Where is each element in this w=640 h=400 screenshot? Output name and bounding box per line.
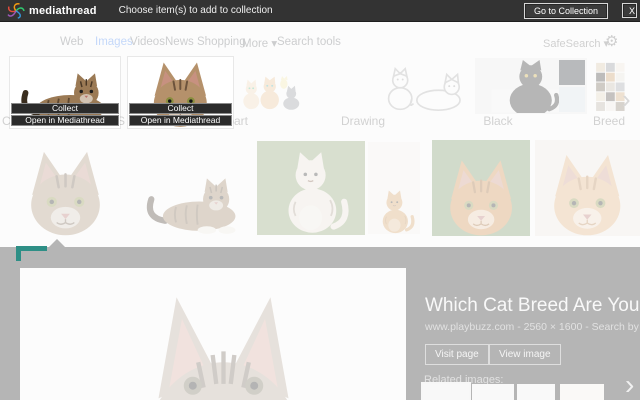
result-thumbnail-orange-kitten-face[interactable] xyxy=(535,140,640,236)
tabby-kitten-portrait-image xyxy=(7,146,124,236)
related-image-related-tabby-cat[interactable] xyxy=(472,384,514,400)
hovered-result-thumbnail-2[interactable]: Collect Open in Mediathread xyxy=(128,57,233,128)
result-thumbnail-fluffy-cat-on-grass[interactable] xyxy=(257,141,365,235)
gray-tabby-kitten-image xyxy=(106,290,341,400)
related-cat-image xyxy=(564,388,601,400)
tab-search-tools[interactable]: Search tools xyxy=(277,36,341,48)
related-chevron-right-icon[interactable]: › xyxy=(625,369,634,400)
hovered-result-thumbnail-1[interactable]: Collect Open in Mediathread xyxy=(10,57,120,128)
gear-icon[interactable]: ⚙ xyxy=(605,32,618,50)
tab-shopping[interactable]: Shopping xyxy=(197,36,246,48)
category-label-cat-line-drawings: Drawing xyxy=(340,114,386,128)
tab-images[interactable]: Images xyxy=(95,36,133,48)
result-thumbnail-orange-cat-face[interactable] xyxy=(432,140,530,236)
toolbar-instruction: Choose item(s) to add to collection xyxy=(118,5,273,16)
related-image-related-silver-cat[interactable] xyxy=(517,384,555,400)
result-thumbnail-lying-tabby-cat[interactable] xyxy=(133,140,253,236)
black-cat-subthumb xyxy=(559,87,585,112)
view-image-button[interactable]: View image xyxy=(489,344,561,365)
preview-title-link[interactable]: Which Cat Breed Are You? xyxy=(425,295,640,317)
open-in-mediathread-button[interactable]: Open in Mediathread xyxy=(11,115,119,126)
visit-page-button[interactable]: Visit page xyxy=(425,344,489,365)
open-in-mediathread-button[interactable]: Open in Mediathread xyxy=(129,115,232,126)
lying-tabby-cat-image xyxy=(139,146,247,236)
image-preview-panel: Which Cat Breed Are You? www.playbuzz.co… xyxy=(0,247,640,400)
preview-meta-text: www.playbuzz.com - 2560 × 1600 - Search … xyxy=(425,321,640,333)
collect-highlight-corner xyxy=(16,246,47,261)
category-label-cat-breed-grid: Breed xyxy=(592,114,626,128)
mediathread-logo-icon xyxy=(7,2,25,19)
category-label-black-cat-photos: Black xyxy=(483,114,513,128)
orange-kitten-standing-image xyxy=(371,148,418,234)
go-to-collection-button[interactable]: Go to Collection xyxy=(523,2,608,19)
fluffy-cat-on-grass-image xyxy=(262,147,359,235)
tab-videos[interactable]: Videos xyxy=(130,36,165,48)
category-chip-clipart-cats[interactable] xyxy=(238,62,302,112)
result-thumbnail-orange-kitten-standing[interactable] xyxy=(368,142,420,234)
preview-caret-icon xyxy=(49,239,65,247)
related-cat-image xyxy=(427,388,466,400)
related-image-related-gray-cat[interactable] xyxy=(421,382,471,400)
tab-more[interactable]: More ▾ xyxy=(242,36,277,50)
safesearch-dropdown[interactable]: SafeSearch ▾ xyxy=(543,37,609,50)
tab-web[interactable]: Web xyxy=(60,36,83,48)
collect-button[interactable]: Collect xyxy=(11,103,119,114)
collect-button[interactable]: Collect xyxy=(129,103,232,114)
categories-chevron-right-icon[interactable]: › xyxy=(622,84,631,115)
clipart-cats-image xyxy=(239,64,300,111)
result-thumbnail-tabby-kitten-portrait[interactable] xyxy=(0,140,130,236)
black-cat-subthumb xyxy=(559,60,585,85)
mediathread-toolbar: mediathread Choose item(s) to add to col… xyxy=(0,0,640,22)
close-overlay-button[interactable]: X xyxy=(622,3,637,18)
orange-cat-face-image xyxy=(437,146,525,236)
preview-main-image[interactable] xyxy=(20,268,406,400)
brand-name: mediathread xyxy=(29,4,97,17)
mediathread-collect-overlay-screen: mediathread Choose item(s) to add to col… xyxy=(0,0,640,400)
tab-news[interactable]: News xyxy=(165,36,194,48)
orange-kitten-face-image xyxy=(540,146,635,236)
related-cat-image xyxy=(475,388,510,400)
related-cat-image xyxy=(520,388,552,400)
category-chip-black-cat-photos[interactable] xyxy=(475,58,587,114)
related-image-related-cream-cat[interactable] xyxy=(560,384,604,400)
